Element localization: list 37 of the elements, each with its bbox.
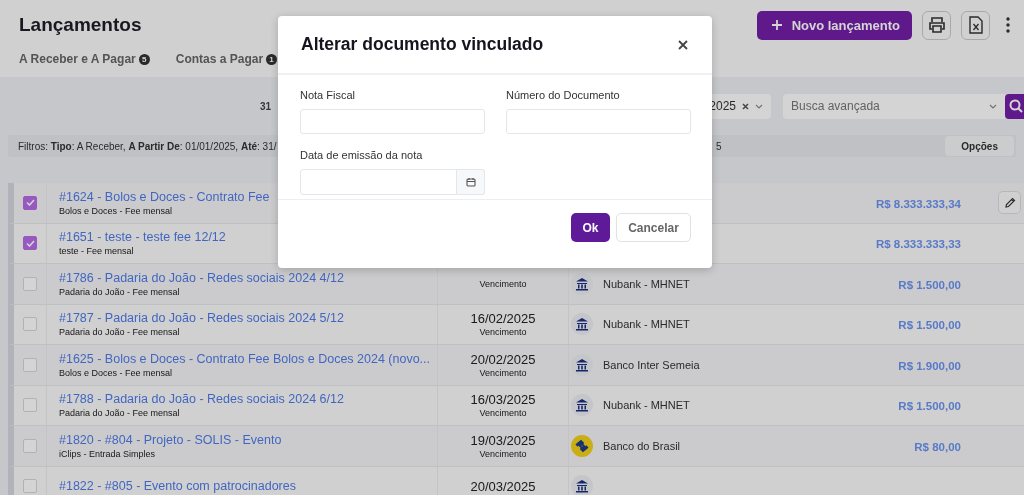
bank-name: Nubank - MHNET: [603, 399, 690, 412]
due-label: Vencimento: [478, 367, 528, 378]
amount: R$ 80,00: [914, 440, 961, 453]
amount: R$ 1.500,00: [898, 400, 961, 413]
due-date: 20/02/2025: [469, 351, 537, 367]
entry-subtitle: iClips - Entrada Simples: [59, 448, 157, 459]
amount: R$ 8.333.333,33: [875, 238, 961, 251]
amount: R$ 1.900,00: [898, 359, 961, 372]
filters-summary: 5: [716, 140, 723, 152]
page-title: Lançamentos: [19, 14, 142, 36]
entry-subtitle: teste - Fee mensal: [59, 246, 135, 257]
amount: R$ 1.500,00: [898, 278, 961, 291]
bank-name: Nubank - MHNET: [603, 318, 690, 331]
field-label: Número do Documento: [506, 89, 621, 101]
bank-name: Banco Inter Semeia: [603, 358, 700, 371]
due-label: Vencimento: [478, 279, 528, 290]
amount: R$ 1.500,00: [898, 319, 961, 332]
due-label: Vencimento: [478, 408, 528, 419]
due-date: 16/03/2025: [469, 392, 537, 408]
due-date: 16/02/2025: [469, 311, 537, 327]
bank-name: Banco do Brasil: [603, 439, 681, 452]
field-label: Data de emissão da nota: [300, 149, 424, 161]
due-date: 19/03/2025: [469, 432, 537, 448]
bank-name: Nubank - MHNET: [603, 277, 690, 290]
due-label: Vencimento: [478, 327, 528, 338]
entry-subtitle: Bolos e Doces - Fee mensal: [59, 367, 174, 378]
dialog-title: Alterar documento vinculado: [301, 34, 544, 55]
entry-subtitle: Padaria do João - Fee mensal: [59, 286, 181, 297]
amount: R$ 8.333.333,34: [875, 197, 961, 210]
entry-subtitle: Bolos e Doces - Fee mensal: [59, 205, 174, 216]
field-label: Nota Fiscal: [300, 89, 357, 101]
result-count: 31: [260, 100, 272, 112]
due-date: 20/03/2025: [469, 478, 537, 494]
filters-summary: Filtros: Tipo: A Receber, A Partir De: 01/01/2025, Até: 31/: [18, 140, 278, 152]
entry-subtitle: Padaria do João - Fee mensal: [59, 327, 181, 338]
entry-subtitle: Padaria do João - Fee mensal: [59, 408, 181, 419]
due-label: Vencimento: [478, 448, 528, 459]
